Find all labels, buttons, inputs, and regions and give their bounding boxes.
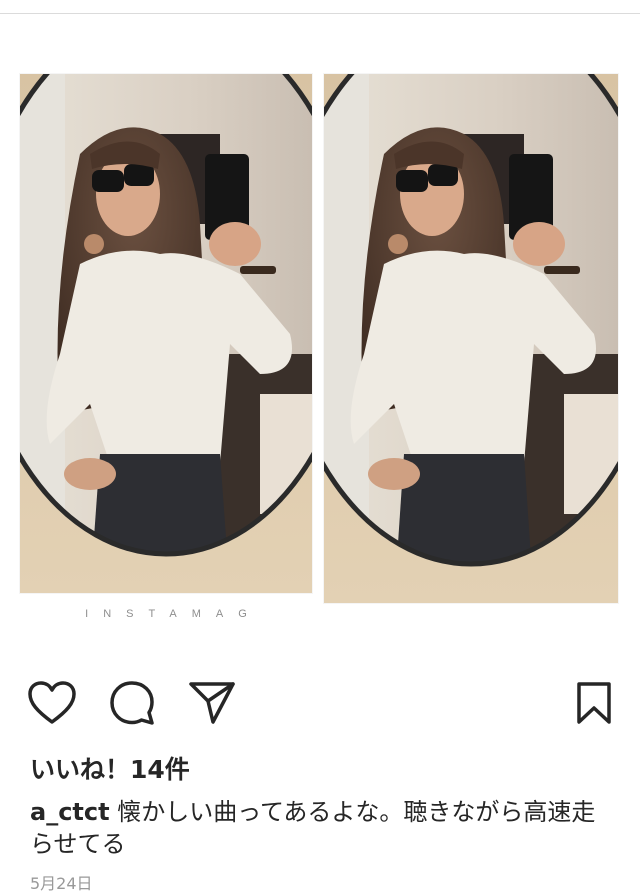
save-button[interactable] xyxy=(568,677,620,729)
comment-button[interactable] xyxy=(106,677,158,729)
post-action-bar xyxy=(0,677,640,729)
photo-panel-right xyxy=(324,74,618,603)
heart-outline-icon xyxy=(28,681,76,724)
bookmark-icon xyxy=(577,682,611,724)
paper-plane-icon xyxy=(189,682,235,724)
instamag-watermark: INSTAMAG xyxy=(85,608,262,620)
top-divider xyxy=(0,13,640,14)
post-caption: a_ctct 懐かしい曲ってあるよな。聴きながら高速走らせてる xyxy=(30,796,610,860)
caption-text: 懐かしい曲ってあるよな。聴きながら高速走らせてる xyxy=(30,798,596,858)
mirror-selfie-photo xyxy=(324,74,618,603)
comment-bubble-icon xyxy=(110,681,154,725)
mirror-selfie-photo xyxy=(20,74,312,593)
post-image[interactable]: INSTAMAG xyxy=(0,70,640,630)
photo-panel-left xyxy=(20,74,312,593)
caption-username[interactable]: a_ctct xyxy=(30,798,110,826)
share-button[interactable] xyxy=(186,677,238,729)
like-button[interactable] xyxy=(26,677,78,729)
post-date: 5月24日 xyxy=(30,874,93,893)
likes-count[interactable]: いいね！14件 xyxy=(30,750,190,786)
